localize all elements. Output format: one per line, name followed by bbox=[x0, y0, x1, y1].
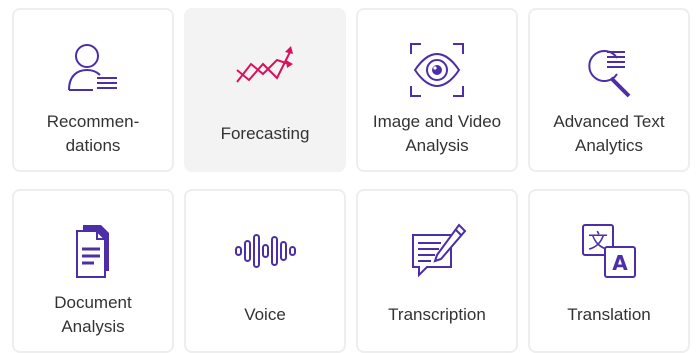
tile-label: Voice bbox=[244, 305, 286, 324]
tile-translation[interactable]: 文 A Translation bbox=[528, 189, 690, 353]
magnifier-text-icon bbox=[577, 38, 641, 102]
tile-label: Transcription bbox=[388, 305, 486, 324]
tile-label: Advanced Text Analytics bbox=[553, 112, 665, 155]
service-grid: Recommen- dations Forecasting Image and … bbox=[12, 8, 690, 353]
translate-icon: 文 A bbox=[577, 219, 641, 283]
svg-text:A: A bbox=[612, 251, 628, 275]
tile-forecasting[interactable]: Forecasting bbox=[184, 8, 346, 172]
trend-arrows-icon bbox=[233, 38, 297, 102]
user-list-icon bbox=[61, 38, 125, 102]
tile-document-analysis[interactable]: Document Analysis bbox=[12, 189, 174, 353]
tile-label: Translation bbox=[567, 305, 651, 324]
tile-advanced-text-analytics[interactable]: Advanced Text Analytics bbox=[528, 8, 690, 172]
eye-scan-icon bbox=[405, 38, 469, 102]
tile-label: Recommen- dations bbox=[46, 112, 140, 155]
tile-transcription[interactable]: Transcription bbox=[356, 189, 518, 353]
tile-label: Image and Video Analysis bbox=[372, 112, 502, 155]
tile-voice[interactable]: Voice bbox=[184, 189, 346, 353]
document-icon bbox=[61, 219, 125, 283]
tile-recommendations[interactable]: Recommen- dations bbox=[12, 8, 174, 172]
tile-label: Forecasting bbox=[220, 124, 310, 143]
pen-notepad-icon bbox=[405, 219, 469, 283]
sound-wave-icon bbox=[233, 219, 297, 283]
tile-label: Document Analysis bbox=[54, 293, 132, 336]
tile-image-video-analysis[interactable]: Image and Video Analysis bbox=[356, 8, 518, 172]
